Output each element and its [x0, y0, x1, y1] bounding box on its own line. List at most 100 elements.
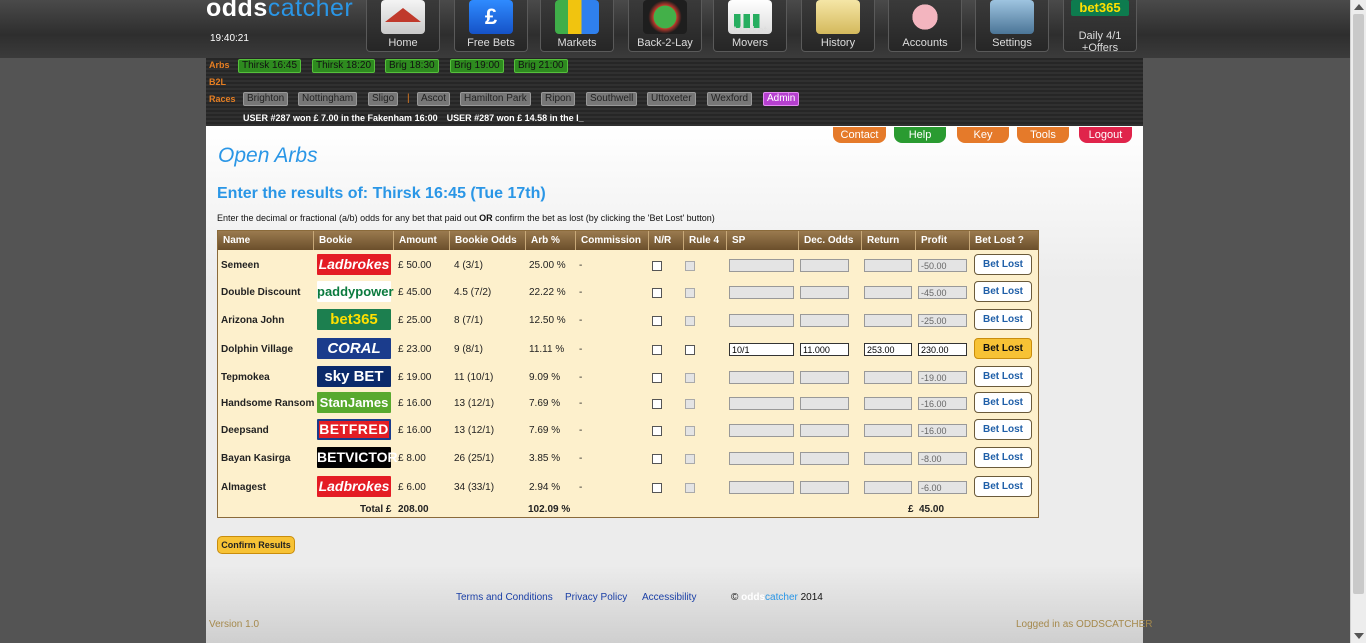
bet-lost-button[interactable]: Bet Lost — [974, 366, 1032, 387]
bet365-offer-button[interactable]: bet365 Daily 4/1 +Offers — [1063, 0, 1137, 54]
race-link[interactable]: Sligo — [368, 92, 399, 106]
decimal-odds-input[interactable] — [800, 397, 849, 410]
sp-input[interactable] — [729, 452, 794, 465]
rule-4-checkbox[interactable] — [685, 373, 695, 383]
decimal-odds-input[interactable] — [800, 259, 849, 272]
race-link[interactable]: Hamilton Park — [460, 92, 531, 106]
return-input[interactable] — [864, 424, 912, 437]
sp-input[interactable] — [729, 371, 794, 384]
scroll-up-icon[interactable] — [1354, 4, 1364, 10]
return-input[interactable] — [864, 452, 912, 465]
rule-4-checkbox[interactable] — [685, 261, 695, 271]
tools-button[interactable]: Tools — [1017, 127, 1069, 143]
bet-lost-button[interactable]: Bet Lost — [974, 309, 1032, 330]
vertical-scrollbar[interactable] — [1350, 0, 1366, 643]
bet365-logo[interactable]: bet365 — [317, 309, 391, 330]
arb-link[interactable]: Thirsk 18:20 — [312, 59, 376, 73]
skybet-logo[interactable]: sky BET — [317, 366, 391, 387]
terms-link[interactable]: Terms and Conditions — [456, 592, 553, 603]
race-link[interactable]: Uttoxeter — [647, 92, 696, 106]
site-logo[interactable]: oddscatcher — [206, 0, 353, 23]
sp-input[interactable] — [729, 481, 794, 494]
coral-logo[interactable]: CORAL — [317, 338, 391, 359]
accessibility-link[interactable]: Accessibility — [642, 592, 696, 603]
nav-accounts-button[interactable]: Accounts — [888, 0, 962, 52]
bet-lost-button[interactable]: Bet Lost — [974, 419, 1032, 440]
non-runner-checkbox[interactable] — [652, 316, 662, 326]
rule-4-checkbox[interactable] — [685, 483, 695, 493]
bet-lost-button[interactable]: Bet Lost — [974, 254, 1032, 275]
decimal-odds-input[interactable] — [800, 424, 849, 437]
decimal-odds-input[interactable] — [800, 314, 849, 327]
race-link[interactable]: Ascot — [417, 92, 451, 106]
nav-home-button[interactable]: Home — [366, 0, 440, 52]
non-runner-checkbox[interactable] — [652, 345, 662, 355]
admin-link[interactable]: Admin — [763, 92, 800, 106]
return-input[interactable]: 253.00 — [864, 343, 912, 356]
nav-settings-button[interactable]: Settings — [975, 0, 1049, 52]
sp-input[interactable] — [729, 259, 794, 272]
rule-4-checkbox[interactable] — [685, 316, 695, 326]
rule-4-checkbox[interactable] — [685, 345, 695, 355]
ladbrokes-logo[interactable]: Ladbrokes — [317, 254, 391, 275]
arb-link[interactable]: Brig 21:00 — [514, 59, 568, 73]
return-input[interactable] — [864, 397, 912, 410]
sp-input[interactable] — [729, 286, 794, 299]
return-input[interactable] — [864, 314, 912, 327]
scroll-thumb[interactable] — [1353, 14, 1364, 594]
non-runner-checkbox[interactable] — [652, 454, 662, 464]
paddypower-logo[interactable]: paddypower — [317, 281, 394, 302]
race-link[interactable]: Nottingham — [298, 92, 358, 106]
sp-input[interactable] — [729, 314, 794, 327]
bet-lost-button[interactable]: Bet Lost — [974, 338, 1032, 359]
non-runner-checkbox[interactable] — [652, 483, 662, 493]
non-runner-checkbox[interactable] — [652, 261, 662, 271]
key-button[interactable]: Key — [957, 127, 1009, 143]
bet-lost-button[interactable]: Bet Lost — [974, 447, 1032, 468]
rule-4-checkbox[interactable] — [685, 426, 695, 436]
race-link[interactable]: Wexford — [707, 92, 753, 106]
non-runner-checkbox[interactable] — [652, 426, 662, 436]
decimal-odds-input[interactable] — [800, 452, 849, 465]
sp-input[interactable]: 10/1 — [729, 343, 794, 356]
nav-markets-button[interactable]: Markets — [540, 0, 614, 52]
race-link[interactable]: Ripon — [541, 92, 576, 106]
decimal-odds-input[interactable] — [800, 286, 849, 299]
help-button[interactable]: Help — [894, 127, 946, 143]
decimal-odds-input[interactable] — [800, 481, 849, 494]
decimal-odds-input[interactable] — [800, 371, 849, 384]
non-runner-checkbox[interactable] — [652, 399, 662, 409]
return-input[interactable] — [864, 371, 912, 384]
contact-button[interactable]: Contact — [833, 127, 886, 143]
non-runner-checkbox[interactable] — [652, 288, 662, 298]
sp-input[interactable] — [729, 424, 794, 437]
return-input[interactable] — [864, 286, 912, 299]
arb-link[interactable]: Thirsk 16:45 — [238, 59, 302, 73]
bet-lost-button[interactable]: Bet Lost — [974, 281, 1032, 302]
race-link[interactable]: Southwell — [586, 92, 638, 106]
rule-4-checkbox[interactable] — [685, 454, 695, 464]
betvictor-logo[interactable]: BETVICTOR — [317, 447, 398, 468]
decimal-odds-input[interactable]: 11.000 — [800, 343, 849, 356]
sp-input[interactable] — [729, 397, 794, 410]
bet-lost-button[interactable]: Bet Lost — [974, 476, 1032, 497]
stanjames-logo[interactable]: StanJames — [317, 392, 391, 413]
rule-4-checkbox[interactable] — [685, 288, 695, 298]
race-link[interactable]: Brighton — [243, 92, 289, 106]
betfred-logo[interactable]: BETFRED — [317, 419, 391, 440]
logout-button[interactable]: Logout — [1079, 127, 1132, 143]
rule-4-checkbox[interactable] — [685, 399, 695, 409]
arb-link[interactable]: Brig 18:30 — [385, 59, 439, 73]
confirm-results-button[interactable]: Confirm Results — [217, 536, 295, 554]
non-runner-checkbox[interactable] — [652, 373, 662, 383]
nav-free-bets-button[interactable]: £ Free Bets — [454, 0, 528, 52]
bet-lost-button[interactable]: Bet Lost — [974, 392, 1032, 413]
ladbrokes-logo[interactable]: Ladbrokes — [317, 476, 391, 497]
scroll-down-icon[interactable] — [1354, 633, 1364, 639]
arb-link[interactable]: Brig 19:00 — [450, 59, 504, 73]
return-input[interactable] — [864, 259, 912, 272]
privacy-link[interactable]: Privacy Policy — [565, 592, 627, 603]
nav-market-movers-button[interactable]: Market Movers — [713, 0, 787, 52]
return-input[interactable] — [864, 481, 912, 494]
nav-history-button[interactable]: History — [801, 0, 875, 52]
